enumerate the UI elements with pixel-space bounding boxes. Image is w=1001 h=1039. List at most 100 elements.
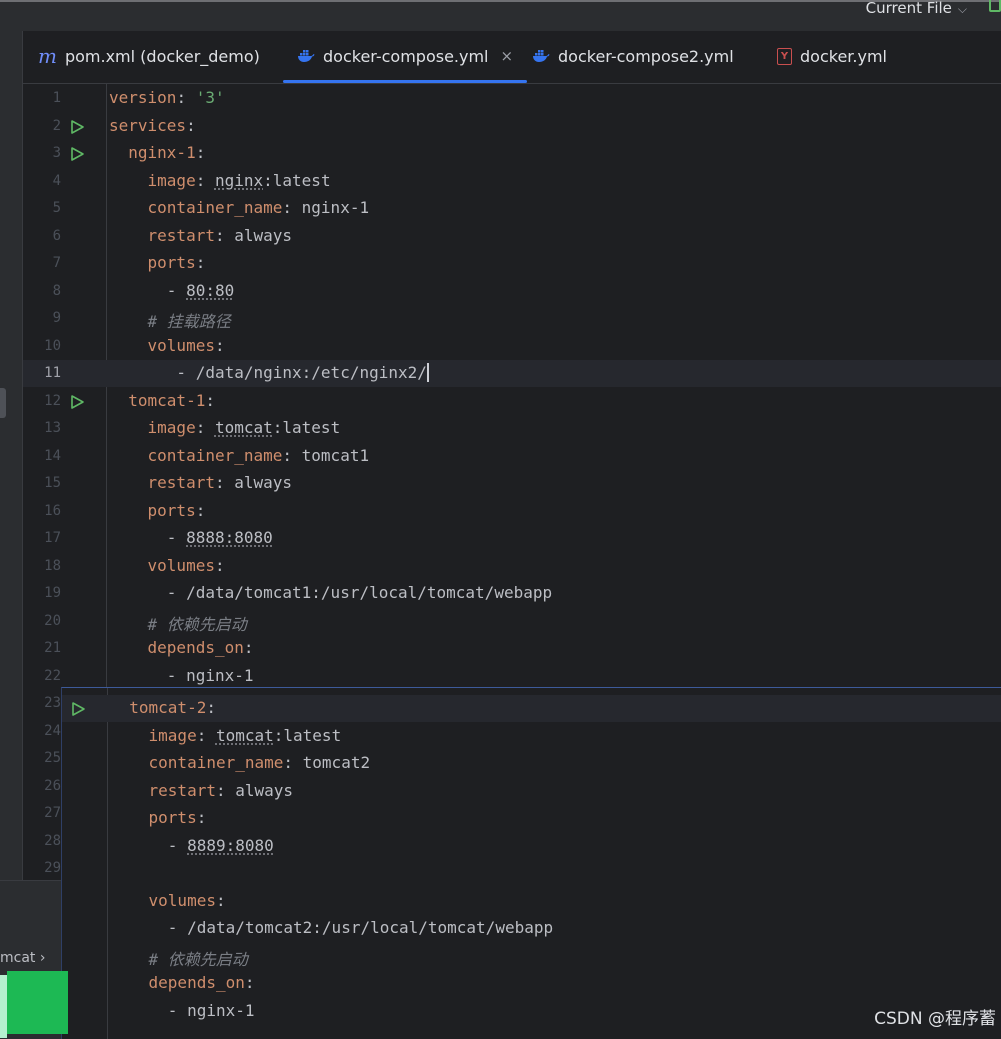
code-line[interactable]: 12 tomcat-1: <box>23 388 1001 415</box>
code-line[interactable]: 7 ports: <box>23 250 1001 277</box>
line-number: 7 <box>23 255 61 271</box>
code-line[interactable]: 18 volumes: <box>23 553 1001 580</box>
line-number: 11 <box>23 365 61 381</box>
breadcrumb[interactable]: mcat › <box>0 950 45 966</box>
code-text: - 80:80 <box>109 281 234 300</box>
code-text: container_name: nginx-1 <box>109 198 369 217</box>
run-service-icon[interactable] <box>69 394 85 414</box>
left-tool-strip <box>0 31 23 881</box>
close-tab-icon[interactable]: × <box>501 47 514 65</box>
code-text: - /data/tomcat2:/usr/local/tomcat/webapp <box>110 918 553 937</box>
code-text: restart: always <box>109 473 292 492</box>
code-line[interactable]: 6 restart: always <box>23 223 1001 250</box>
code-text: # 依赖先启动 <box>109 611 247 635</box>
code-line[interactable]: 1 version: '3' <box>23 85 1001 112</box>
code-text: - nginx-1 <box>109 666 254 685</box>
line-number: 27 <box>23 805 61 821</box>
code-text: image: nginx:latest <box>109 171 331 190</box>
line-number: 6 <box>23 228 61 244</box>
code-line[interactable]: tomcat-2: <box>62 695 1001 722</box>
code-line[interactable]: 19 - /data/tomcat1:/usr/local/tomcat/web… <box>23 580 1001 607</box>
code-text: version: '3' <box>109 88 225 107</box>
code-text: - /data/nginx:/etc/nginx2/ <box>109 363 429 382</box>
code-line[interactable]: 15 restart: always <box>23 470 1001 497</box>
line-number: 24 <box>23 723 61 739</box>
code-text: - 8888:8080 <box>109 528 273 547</box>
yaml-icon: Y <box>777 48 792 65</box>
code-line[interactable]: 11 - /data/nginx:/etc/nginx2/ <box>23 360 1001 387</box>
code-text: tomcat-2: <box>110 698 216 717</box>
line-number: 10 <box>23 338 61 354</box>
line-number: 4 <box>23 173 61 189</box>
tab-label: pom.xml (docker_demo) <box>65 47 260 66</box>
code-text: image: tomcat:latest <box>109 418 340 437</box>
code-line[interactable] <box>62 860 1001 887</box>
line-number: 17 <box>23 530 61 546</box>
code-line[interactable]: 16 ports: <box>23 498 1001 525</box>
editor-tab-bar: m pom.xml (docker_demo) docker-compose.y… <box>22 31 1001 84</box>
code-line[interactable]: 14 container_name: tomcat1 <box>23 443 1001 470</box>
line-number: 28 <box>23 833 61 849</box>
code-line[interactable]: depends_on: <box>62 970 1001 997</box>
code-line[interactable]: 13 image: tomcat:latest <box>23 415 1001 442</box>
run-widget-icon[interactable] <box>989 0 1001 12</box>
tab-docker-compose2-yml[interactable]: docker-compose2.yml <box>532 31 734 81</box>
code-line[interactable]: 22 - nginx-1 <box>23 663 1001 690</box>
run-service-icon[interactable] <box>69 119 85 139</box>
code-line[interactable]: - nginx-1 <box>62 998 1001 1025</box>
line-number: 21 <box>23 640 61 656</box>
line-number: 19 <box>23 585 61 601</box>
code-line[interactable]: # 依赖先启动 <box>62 943 1001 970</box>
code-text: container_name: tomcat2 <box>110 753 370 772</box>
scroll-marker <box>0 388 6 418</box>
run-config-label: Current File <box>866 0 952 17</box>
run-service-icon[interactable] <box>70 701 86 721</box>
tab-docker-yml[interactable]: Y docker.yml <box>777 31 887 81</box>
code-text: services: <box>109 116 196 135</box>
code-line[interactable]: 2 services: <box>23 113 1001 140</box>
code-text: container_name: tomcat1 <box>109 446 369 465</box>
code-line[interactable]: 3 nginx-1: <box>23 140 1001 167</box>
line-number: 8 <box>23 283 61 299</box>
code-line[interactable]: - /data/tomcat2:/usr/local/tomcat/webapp <box>62 915 1001 942</box>
code-line[interactable]: 9 # 挂载路径 <box>23 305 1001 332</box>
tab-pom-xml[interactable]: m pom.xml (docker_demo) <box>38 31 260 81</box>
code-line[interactable]: 21 depends_on: <box>23 635 1001 662</box>
code-text: # 挂载路径 <box>109 308 231 332</box>
code-text: image: tomcat:latest <box>110 726 341 745</box>
code-text: volumes: <box>109 556 225 575</box>
panel-indicator <box>0 975 7 1038</box>
code-line[interactable]: 5 container_name: nginx-1 <box>23 195 1001 222</box>
line-number: 20 <box>23 613 61 629</box>
title-bar: Current File ⌵ <box>0 0 1001 32</box>
code-line[interactable]: 17 - 8888:8080 <box>23 525 1001 552</box>
code-line[interactable]: 20 # 依赖先启动 <box>23 608 1001 635</box>
code-line[interactable]: 8 - 80:80 <box>23 278 1001 305</box>
code-line[interactable]: volumes: <box>62 888 1001 915</box>
chevron-right-icon: › <box>40 950 46 966</box>
code-line[interactable]: container_name: tomcat2 <box>62 750 1001 777</box>
tab-docker-compose-yml[interactable]: docker-compose.yml × <box>283 31 527 81</box>
code-text: depends_on: <box>109 638 254 657</box>
line-number: 12 <box>23 393 61 409</box>
code-line[interactable]: 4 image: nginx:latest <box>23 168 1001 195</box>
code-text: restart: always <box>109 226 292 245</box>
code-line[interactable]: image: tomcat:latest <box>62 723 1001 750</box>
docker-icon <box>532 48 550 64</box>
code-text: # 依赖先启动 <box>110 946 248 970</box>
code-line[interactable]: ports: <box>62 805 1001 832</box>
code-text: ports: <box>110 808 206 827</box>
line-number: 14 <box>23 448 61 464</box>
code-text: tomcat-1: <box>109 391 215 410</box>
code-line[interactable]: - 8889:8080 <box>62 833 1001 860</box>
code-line[interactable]: restart: always <box>62 778 1001 805</box>
tab-label: docker.yml <box>800 47 887 66</box>
line-number: 15 <box>23 475 61 491</box>
run-config-selector[interactable]: Current File ⌵ <box>866 0 967 17</box>
run-service-icon[interactable] <box>69 146 85 166</box>
status-square <box>7 971 68 1034</box>
tab-label: docker-compose2.yml <box>558 47 734 66</box>
code-line[interactable]: 10 volumes: <box>23 333 1001 360</box>
floating-editor-preview[interactable]: tomcat-2: image: tomcat:latest container… <box>61 687 1001 1039</box>
line-number: 26 <box>23 778 61 794</box>
